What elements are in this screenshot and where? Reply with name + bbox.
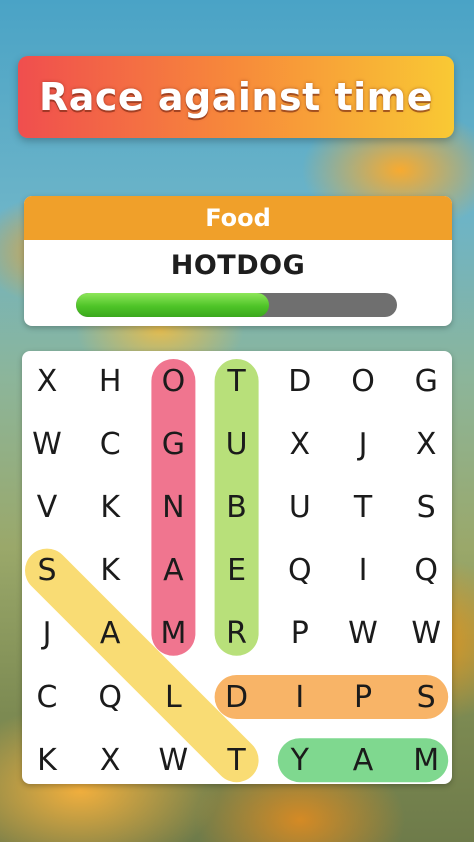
grid-cell[interactable]: M xyxy=(395,729,457,791)
grid-cell[interactable]: W xyxy=(142,729,204,791)
grid-cell[interactable]: Y xyxy=(269,729,331,791)
grid-cell[interactable]: H xyxy=(79,350,141,412)
grid-cell[interactable]: L xyxy=(142,666,204,728)
grid-cell[interactable]: A xyxy=(332,729,394,791)
grid-cell[interactable]: A xyxy=(79,603,141,665)
grid-cell[interactable]: S xyxy=(16,540,78,602)
grid-cell[interactable]: B xyxy=(206,476,268,538)
grid-cell[interactable]: Q xyxy=(395,540,457,602)
grid-cell[interactable]: T xyxy=(332,476,394,538)
grid-cell[interactable]: I xyxy=(269,666,331,728)
grid-cell[interactable]: X xyxy=(16,350,78,412)
grid-cell[interactable]: U xyxy=(269,476,331,538)
grid-cell[interactable]: O xyxy=(142,350,204,412)
grid-cell[interactable]: J xyxy=(332,413,394,475)
grid-cell[interactable]: V xyxy=(16,476,78,538)
grid-cell[interactable]: K xyxy=(79,476,141,538)
grid-cell[interactable]: N xyxy=(142,476,204,538)
grid-cell[interactable]: X xyxy=(269,413,331,475)
grid-cell[interactable]: E xyxy=(206,540,268,602)
grid-cell[interactable]: C xyxy=(79,413,141,475)
grid-cell[interactable]: W xyxy=(332,603,394,665)
grid-cell[interactable]: W xyxy=(16,413,78,475)
grid-cell[interactable]: W xyxy=(395,603,457,665)
grid-cell[interactable]: P xyxy=(269,603,331,665)
grid-cell[interactable]: T xyxy=(206,729,268,791)
grid-cell[interactable]: X xyxy=(79,729,141,791)
grid-cell[interactable]: X xyxy=(395,413,457,475)
grid-cell[interactable]: S xyxy=(395,476,457,538)
grid-cell[interactable]: O xyxy=(332,350,394,412)
grid-cell[interactable]: P xyxy=(332,666,394,728)
grid-cell[interactable]: K xyxy=(16,729,78,791)
grid-cell[interactable]: D xyxy=(269,350,331,412)
grid-cell[interactable]: J xyxy=(16,603,78,665)
grid-cell[interactable]: C xyxy=(16,666,78,728)
grid-cell[interactable]: A xyxy=(142,540,204,602)
letter-grid[interactable]: XHOTDOGWCGUXJXVKNBUTSSKAEQIQJAMRPWWCQLDI… xyxy=(0,0,474,842)
grid-cell[interactable]: I xyxy=(332,540,394,602)
grid-cell[interactable]: S xyxy=(395,666,457,728)
grid-cell[interactable]: T xyxy=(206,350,268,412)
grid-cell[interactable]: U xyxy=(206,413,268,475)
grid-cell[interactable]: D xyxy=(206,666,268,728)
grid-cell[interactable]: R xyxy=(206,603,268,665)
grid-cell[interactable]: G xyxy=(395,350,457,412)
grid-cell[interactable]: Q xyxy=(269,540,331,602)
grid-cell[interactable]: K xyxy=(79,540,141,602)
grid-cell[interactable]: M xyxy=(142,603,204,665)
grid-cell[interactable]: G xyxy=(142,413,204,475)
grid-cell[interactable]: Q xyxy=(79,666,141,728)
